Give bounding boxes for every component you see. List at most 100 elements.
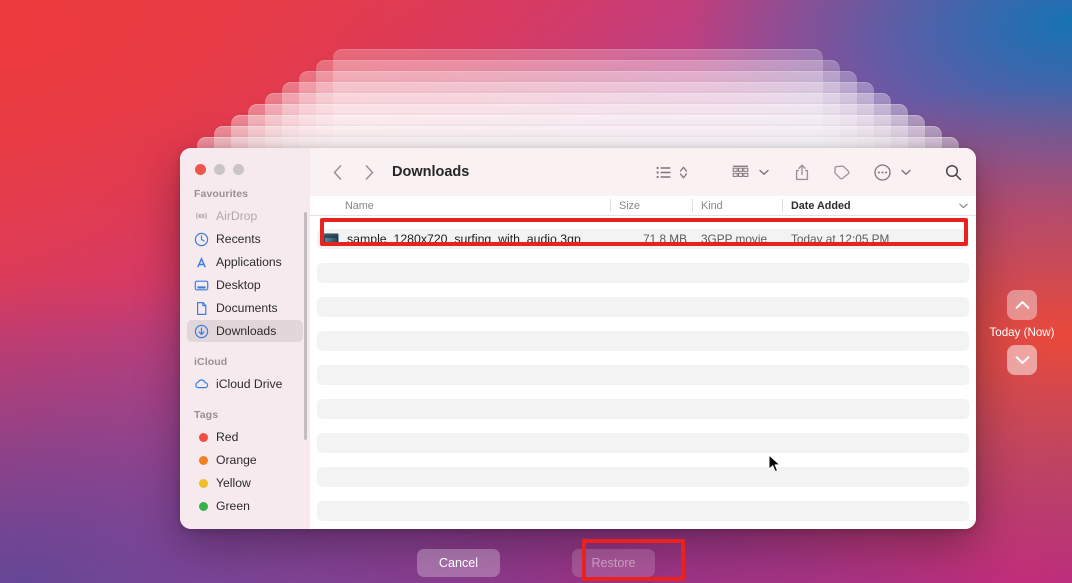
sidebar-section-header: iCloud	[194, 356, 228, 368]
sidebar-scrollbar[interactable]	[304, 212, 307, 440]
share-button[interactable]	[795, 164, 809, 181]
time-machine-desktop: Favourites AirDrop Recents Applications …	[0, 0, 1072, 583]
tag-dot-icon	[194, 430, 209, 445]
chevron-right-icon	[365, 164, 373, 180]
main-panel: Downloads Name Size Kind Date Added samp…	[310, 148, 976, 529]
sidebar-item-label: Orange	[216, 453, 257, 467]
table-row[interactable]: sample_1280x720_surfing_with_audio.3gp 7…	[310, 229, 976, 249]
search-icon	[945, 164, 962, 180]
arrow-cursor	[768, 454, 782, 473]
sidebar-item-label: Red	[216, 430, 239, 444]
chevron-down-icon	[1015, 356, 1029, 364]
sidebar-item-red[interactable]: Red	[187, 426, 303, 448]
window-title: Downloads	[392, 164, 470, 180]
sidebar-item-recents[interactable]: Recents	[187, 228, 303, 250]
chevron-down-icon	[901, 169, 911, 175]
sidebar-item-label: Yellow	[216, 476, 251, 490]
clock-icon	[194, 232, 209, 246]
tag-button[interactable]	[833, 164, 850, 180]
empty-row-stripe	[317, 331, 969, 351]
cancel-button[interactable]: Cancel	[417, 549, 500, 577]
sidebar-item-label: AirDrop	[216, 209, 258, 223]
sidebar-item-label: Applications	[216, 255, 282, 269]
downloads-icon	[194, 324, 209, 338]
chevron-up-icon	[1015, 301, 1029, 309]
tag-color-dot	[198, 501, 208, 511]
document-icon	[197, 301, 207, 315]
empty-row-stripe	[317, 501, 969, 521]
sidebar-item-documents[interactable]: Documents	[187, 297, 303, 319]
sidebar-item-airdrop[interactable]: AirDrop	[187, 205, 303, 227]
list-view-button[interactable]	[656, 166, 671, 179]
file-size-cell: 71.8 MB	[643, 232, 687, 246]
search-button[interactable]	[945, 164, 962, 181]
desktop-icon	[194, 278, 209, 293]
sidebar-item-label: Desktop	[216, 278, 261, 292]
group-items-icon	[732, 165, 749, 177]
minimize-button[interactable]	[214, 164, 225, 175]
sidebar-item-downloads[interactable]: Downloads	[187, 320, 303, 342]
more-actions-button[interactable]	[874, 163, 891, 181]
empty-row-stripe	[317, 263, 969, 283]
sidebar-item-green[interactable]: Green	[187, 495, 303, 517]
cloud-icon	[195, 378, 209, 388]
sidebar-item-label: Documents	[216, 301, 278, 315]
chevron-down-icon	[759, 169, 769, 175]
sidebar-item-orange[interactable]: Orange	[187, 449, 303, 471]
cloud-icon	[194, 377, 209, 392]
share-icon	[795, 164, 809, 180]
back-button[interactable]	[326, 161, 348, 183]
tag-dot-icon	[194, 476, 209, 491]
tag-dot-icon	[194, 499, 209, 514]
airdrop-icon	[194, 209, 209, 224]
chevron-down-icon	[959, 203, 968, 208]
group-items-button[interactable]	[732, 165, 749, 179]
timeline-controls: Today (Now)	[989, 290, 1055, 375]
sort-order-button[interactable]	[679, 165, 688, 180]
sidebar-item-desktop[interactable]: Desktop	[187, 274, 303, 296]
file-name-label: sample_1280x720_surfing_with_audio.3gp	[347, 232, 581, 246]
more-dropdown-button[interactable]	[901, 169, 911, 176]
sidebar-item-yellow[interactable]: Yellow	[187, 472, 303, 494]
file-date-added-cell: Today at 12:05 PM	[791, 232, 890, 246]
group-controls	[732, 165, 769, 179]
restore-button[interactable]: Restore	[572, 549, 655, 577]
list-view-icon	[656, 166, 671, 178]
applications-icon	[197, 256, 206, 267]
group-dropdown-button[interactable]	[759, 169, 769, 176]
file-kind-cell: 3GPP movie	[701, 232, 768, 246]
more-controls	[874, 163, 911, 181]
action-bar: Cancel Restore	[0, 549, 1072, 577]
column-header-size[interactable]: Size	[610, 196, 692, 215]
timeline-label: Today (Now)	[989, 326, 1055, 339]
sidebar-item-icloud-drive[interactable]: iCloud Drive	[187, 373, 303, 395]
file-list[interactable]: sample_1280x720_surfing_with_audio.3gp 7…	[310, 216, 976, 529]
timeline-previous-button[interactable]	[1007, 290, 1037, 320]
document-icon	[194, 301, 209, 316]
timeline-next-button[interactable]	[1007, 345, 1037, 375]
chevron-left-icon	[333, 164, 341, 180]
column-header-kind[interactable]: Kind	[692, 196, 782, 215]
close-button[interactable]	[195, 164, 206, 175]
downloads-icon	[194, 324, 209, 339]
sidebar-item-applications[interactable]: Applications	[187, 251, 303, 273]
column-headers: Name Size Kind Date Added	[310, 196, 976, 216]
sort-chevrons-icon	[679, 166, 688, 178]
sidebar: Favourites AirDrop Recents Applications …	[180, 148, 310, 529]
empty-row-stripe	[317, 433, 969, 453]
tag-dot-icon	[194, 453, 209, 468]
tag-color-dot	[198, 478, 208, 488]
sidebar-section-header: Tags	[194, 409, 219, 421]
sidebar-item-label: Downloads	[216, 324, 277, 338]
sidebar-item-label: Recents	[216, 232, 261, 246]
applications-icon	[194, 255, 209, 270]
forward-button[interactable]	[358, 161, 380, 183]
empty-row-stripe	[317, 297, 969, 317]
sidebar-item-label: iCloud Drive	[216, 377, 283, 391]
tag-icon	[834, 164, 850, 179]
sidebar-section-header: Favourites	[194, 188, 249, 200]
view-controls	[656, 165, 688, 180]
maximize-button[interactable]	[233, 164, 244, 175]
column-header-date-added[interactable]: Date Added	[782, 196, 976, 215]
column-header-name[interactable]: Name	[310, 196, 610, 215]
